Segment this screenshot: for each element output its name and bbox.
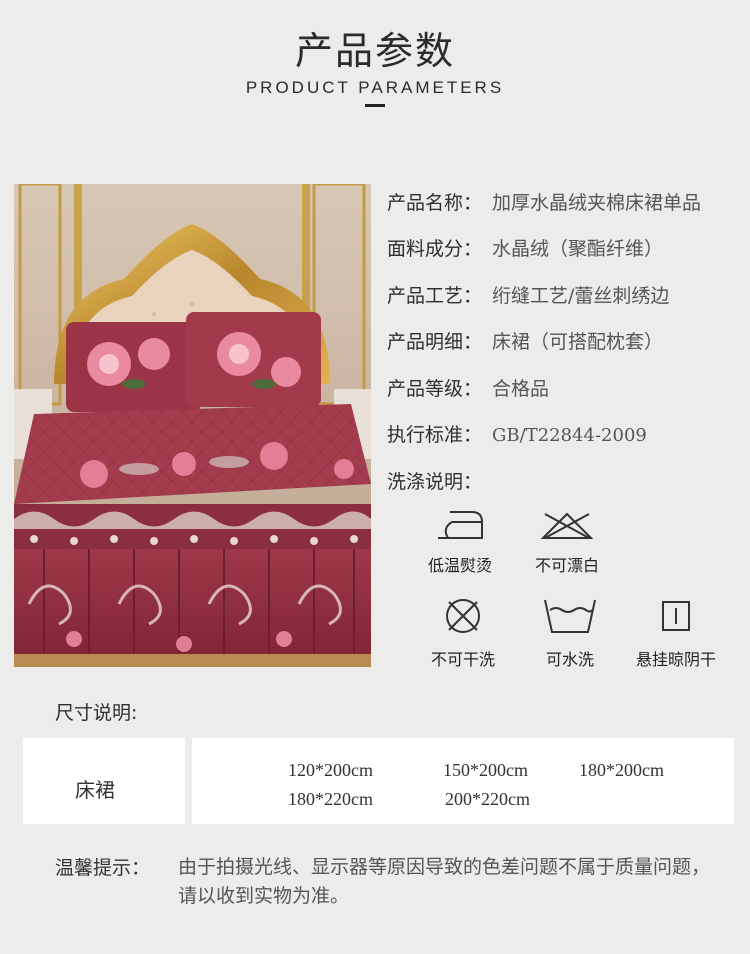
care-label: 可水洗 <box>545 650 594 669</box>
param-value: 绗缝工艺/蕾丝刺绣边 <box>492 285 670 307</box>
care-item: 低温熨烫 <box>410 508 510 576</box>
param-product-name: 产品名称： 加厚水晶绒夹棉床裙单品 <box>387 188 701 215</box>
param-value: 床裙（可搭配枕套） <box>492 331 664 353</box>
page-title: 产品参数 <box>294 29 455 73</box>
param-value: 加厚水晶绒夹棉床裙单品 <box>492 192 702 214</box>
size-value: 180*220cm <box>288 789 373 809</box>
size-value: 120*200cm <box>288 760 373 780</box>
param-label: 产品等级： <box>387 378 483 400</box>
param-value: GB/T22844-2009 <box>492 425 647 446</box>
param-standard: 执行标准： GB/T22844-2009 <box>387 420 647 447</box>
size-section-title: 尺寸说明: <box>55 702 138 724</box>
care-item: 不可干洗 <box>413 596 513 670</box>
param-label: 面料成分： <box>387 238 483 260</box>
hand-wash-icon <box>544 599 596 633</box>
param-label: 执行标准： <box>387 424 483 446</box>
product-photo <box>14 184 371 667</box>
hang-dry-shade-icon <box>662 601 690 631</box>
care-label: 悬挂晾阴干 <box>635 650 716 669</box>
size-values-cell <box>192 738 734 824</box>
param-fabric: 面料成分： 水晶绒（聚酯纤维） <box>387 234 663 261</box>
low-temp-iron-icon <box>438 511 483 539</box>
care-item: 不可漂白 <box>517 508 617 576</box>
param-label: 产品名称： <box>387 192 483 214</box>
size-value: 150*200cm <box>443 760 528 780</box>
care-item: 悬挂晾阴干 <box>625 596 727 670</box>
no-bleach-icon <box>540 512 594 539</box>
title-divider <box>365 104 385 107</box>
care-label: 不可干洗 <box>430 650 495 669</box>
param-value: 合格品 <box>492 378 550 400</box>
param-value: 水晶绒（聚酯纤维） <box>492 238 664 260</box>
param-grade: 产品等级： 合格品 <box>387 374 549 401</box>
tip-label: 温馨提示： <box>55 857 151 879</box>
param-label: 产品工艺： <box>387 285 483 307</box>
param-craft: 产品工艺： 绗缝工艺/蕾丝刺绣边 <box>387 281 669 308</box>
param-label: 洗涤说明： <box>387 471 483 493</box>
size-value: 200*220cm <box>445 789 530 809</box>
tip-text: 由于拍摄光线、显示器等原因导致的色差问题不属于质量问题，请以收到实物为准。 <box>178 856 711 907</box>
param-wash: 洗涤说明： <box>387 467 482 494</box>
care-label: 不可漂白 <box>534 556 599 575</box>
size-value: 180*200cm <box>579 760 664 780</box>
no-dry-clean-icon <box>446 599 480 633</box>
param-label: 产品明细： <box>387 331 483 353</box>
size-product-name: 床裙 <box>75 778 115 802</box>
care-label: 低温熨烫 <box>427 556 492 575</box>
care-item: 可水洗 <box>520 596 620 670</box>
param-details: 产品明细： 床裙（可搭配枕套） <box>387 327 663 354</box>
page-subtitle: PRODUCT PARAMETERS <box>245 78 505 97</box>
